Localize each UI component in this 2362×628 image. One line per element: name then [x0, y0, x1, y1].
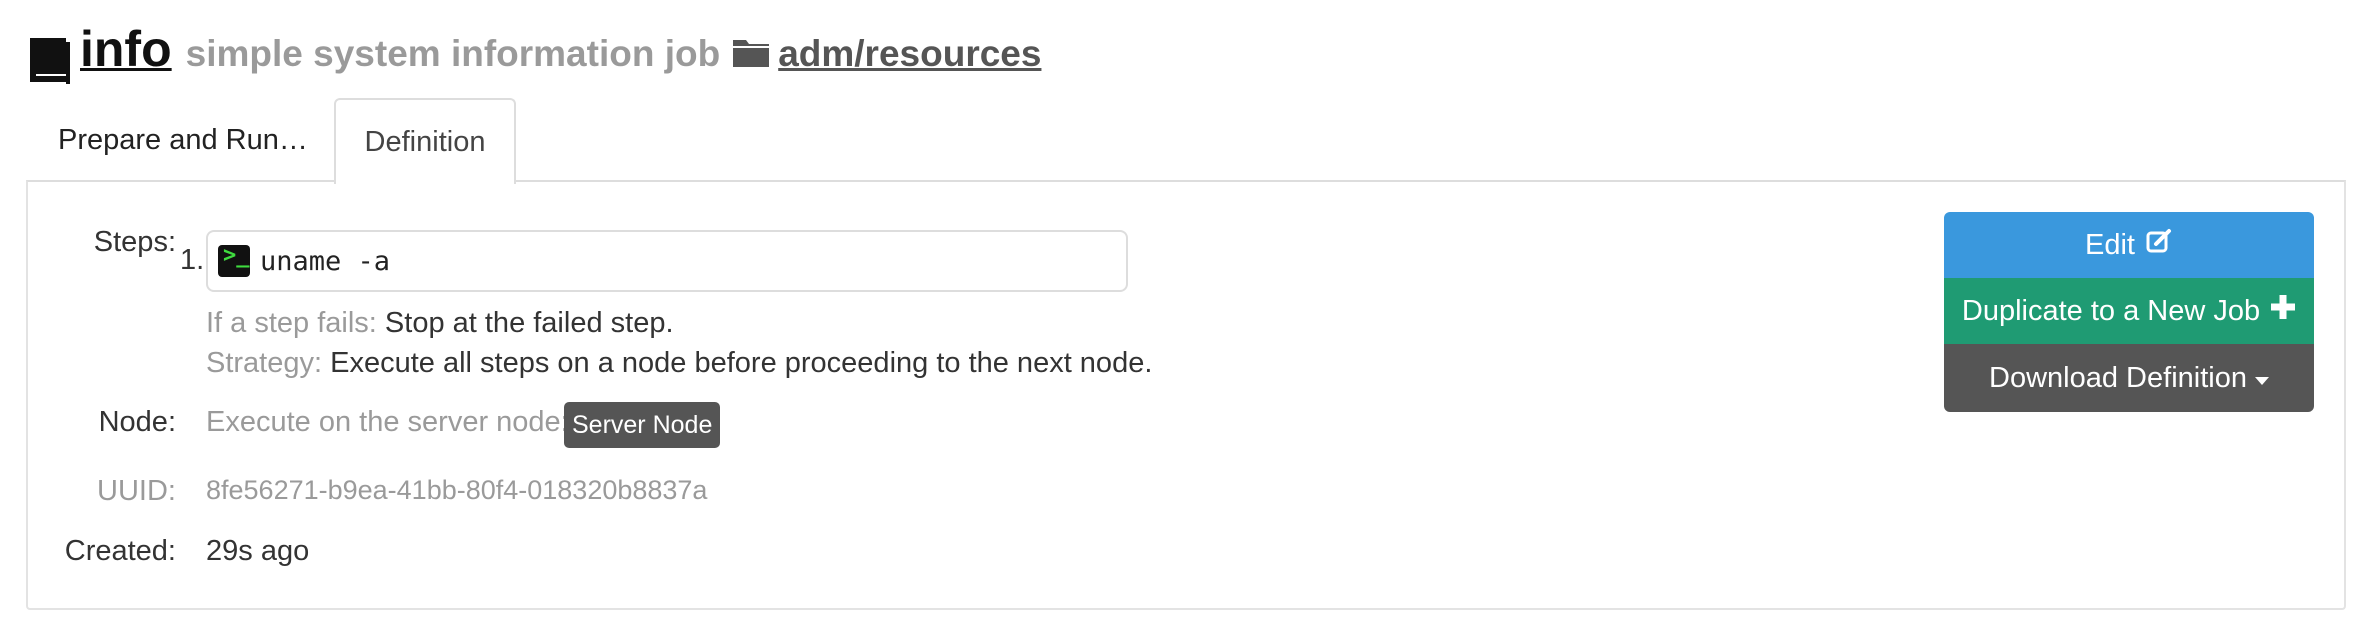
job-tabs: Prepare and Run… Definition	[28, 98, 516, 184]
step-number: 1.	[180, 244, 205, 276]
group-path-link[interactable]: adm/resources	[778, 33, 1041, 75]
created-value: 29s ago	[206, 535, 310, 567]
node-text: Execute on the server node:	[206, 406, 569, 438]
duplicate-button[interactable]: Duplicate to a New Job	[1944, 278, 2314, 344]
step-item[interactable]: >_ uname -a	[206, 230, 1128, 292]
server-node-badge: Server Node	[564, 402, 721, 448]
duplicate-button-label: Duplicate to a New Job	[1961, 294, 2261, 327]
created-label: Created:	[64, 535, 176, 567]
folder-icon	[732, 36, 770, 68]
uuid-value: 8fe56271-b9ea-41bb-80f4-018320b8837a	[206, 475, 708, 505]
edit-button-label: Edit	[2085, 228, 2135, 261]
strategy-value: Execute all steps on a node before proce…	[330, 347, 1153, 379]
terminal-icon: >_	[218, 243, 250, 277]
chevron-down-icon	[2254, 377, 2269, 385]
uuid-label: UUID:	[97, 475, 176, 507]
download-button-label: Download Definition	[1989, 361, 2247, 394]
job-description: simple system information job	[185, 33, 721, 74]
tab-prepare-and-run[interactable]: Prepare and Run…	[28, 98, 334, 182]
node-label: Node:	[98, 406, 176, 438]
job-name-link[interactable]: info	[80, 20, 172, 78]
steps-label: Steps:	[93, 226, 176, 258]
tab-definition[interactable]: Definition	[334, 98, 516, 184]
job-header: info simple system information job adm/r…	[28, 20, 1041, 90]
fail-setting: If a step fails: Stop at the failed step…	[206, 307, 674, 340]
strategy-label: Strategy:	[206, 347, 323, 379]
plus-icon	[2270, 294, 2296, 328]
download-definition-button[interactable]: Download Definition	[1944, 344, 2314, 412]
fail-value: Stop at the failed step.	[384, 307, 674, 339]
edit-button[interactable]: Edit	[1944, 212, 2314, 278]
strategy-setting: Strategy: Execute all steps on a node be…	[206, 347, 1152, 380]
fail-label: If a step fails:	[206, 307, 377, 339]
book-icon	[28, 36, 72, 86]
step-command: uname -a	[260, 245, 391, 277]
edit-icon	[2145, 227, 2173, 263]
